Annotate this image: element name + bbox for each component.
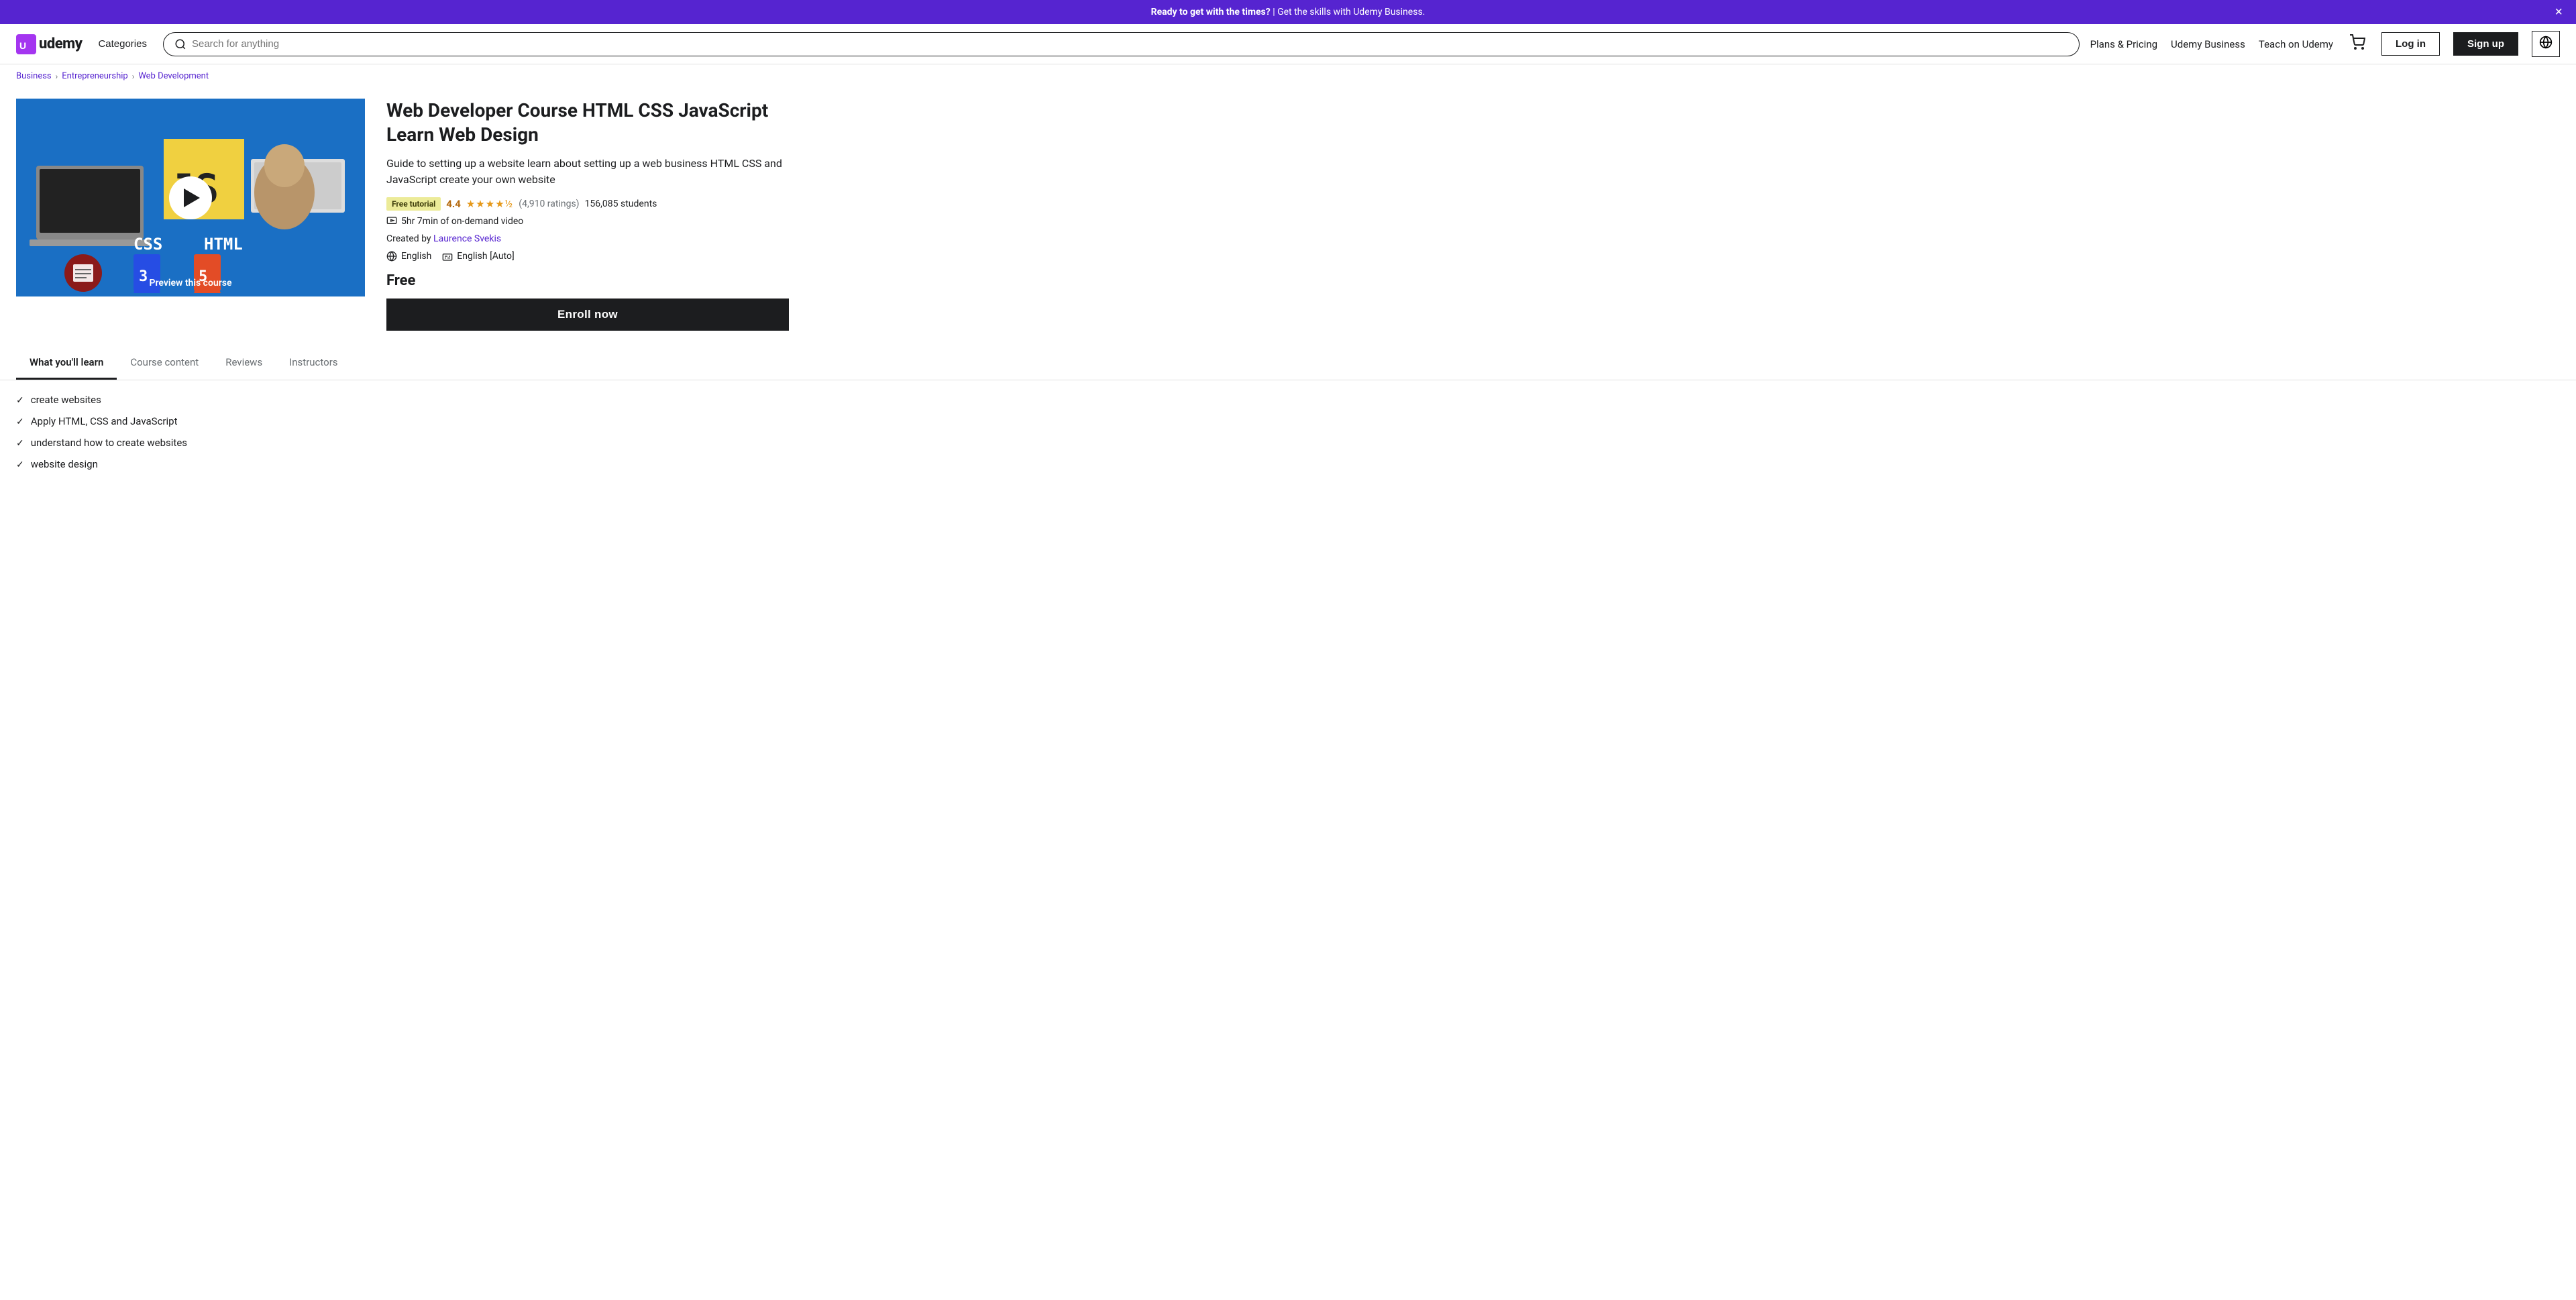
rating-score: 4.4 bbox=[446, 198, 461, 210]
svg-text:CSS: CSS bbox=[133, 235, 162, 254]
play-triangle-icon bbox=[184, 188, 200, 207]
price-label: Free bbox=[386, 272, 789, 289]
check-icon-1: ✓ bbox=[16, 417, 24, 427]
course-info: Web Developer Course HTML CSS JavaScript… bbox=[386, 99, 789, 331]
signup-button[interactable]: Sign up bbox=[2453, 32, 2518, 56]
instructor-link[interactable]: Laurence Svekis bbox=[433, 233, 501, 244]
promo-banner: Ready to get with the times? | Get the s… bbox=[0, 0, 2576, 24]
breadcrumb-sep-1: › bbox=[56, 72, 58, 81]
tabs: What you'll learn Course content Reviews… bbox=[16, 347, 2560, 380]
student-count: 156,085 students bbox=[585, 199, 657, 209]
course-thumbnail[interactable]: JS CSS HTML 3 5 bbox=[16, 99, 365, 296]
breadcrumb-sep-2: › bbox=[132, 72, 135, 81]
svg-text:HTML: HTML bbox=[204, 235, 243, 254]
tab-course-content[interactable]: Course content bbox=[117, 347, 212, 380]
teach-on-udemy-link[interactable]: Teach on Udemy bbox=[2259, 38, 2333, 50]
check-icon-0: ✓ bbox=[16, 395, 24, 406]
course-title: Web Developer Course HTML CSS JavaScript… bbox=[386, 99, 789, 148]
navbar: U udemy Categories Plans & Pricing Udemy… bbox=[0, 24, 2576, 64]
learn-text-1: Apply HTML, CSS and JavaScript bbox=[31, 415, 178, 427]
breadcrumb: Business › Entrepreneurship › Web Develo… bbox=[0, 64, 2576, 88]
search-input[interactable] bbox=[192, 38, 2068, 50]
language-row: English English [Auto] bbox=[386, 251, 789, 262]
banner-close-button[interactable]: × bbox=[2555, 5, 2563, 19]
course-description: Guide to setting up a website learn abou… bbox=[386, 156, 789, 188]
video-info: 5hr 7min of on-demand video bbox=[386, 216, 789, 227]
learn-text-3: website design bbox=[31, 458, 98, 470]
stars: ★★★★½ bbox=[466, 198, 513, 210]
main-content: JS CSS HTML 3 5 bbox=[0, 88, 805, 341]
rating-row: Free tutorial 4.4 ★★★★½ (4,910 ratings) … bbox=[386, 197, 789, 211]
rating-count: (4,910 ratings) bbox=[519, 199, 579, 209]
breadcrumb-current: Web Development bbox=[138, 71, 209, 81]
svg-text:U: U bbox=[19, 40, 26, 51]
learn-item-1: ✓ Apply HTML, CSS and JavaScript bbox=[16, 415, 2560, 427]
logo[interactable]: U udemy bbox=[16, 34, 82, 54]
search-icon bbox=[174, 38, 186, 50]
tab-instructors[interactable]: Instructors bbox=[276, 347, 351, 380]
learn-item-2: ✓ understand how to create websites bbox=[16, 437, 2560, 449]
learn-item-0: ✓ create websites bbox=[16, 394, 2560, 406]
udemy-business-link[interactable]: Udemy Business bbox=[2171, 38, 2245, 50]
cart-icon bbox=[2349, 34, 2365, 50]
cart-button[interactable] bbox=[2347, 32, 2368, 57]
globe-small-icon bbox=[386, 251, 397, 262]
created-by: Created by Laurence Svekis bbox=[386, 233, 789, 244]
udemy-logo-icon: U bbox=[16, 34, 36, 54]
captions-label: English [Auto] bbox=[457, 251, 514, 262]
categories-button[interactable]: Categories bbox=[93, 38, 152, 50]
globe-icon bbox=[2539, 36, 2553, 49]
video-duration: 5hr 7min of on-demand video bbox=[401, 216, 523, 227]
svg-text:3: 3 bbox=[139, 268, 148, 285]
enroll-button[interactable]: Enroll now bbox=[386, 299, 789, 331]
login-button[interactable]: Log in bbox=[2381, 32, 2440, 56]
video-icon bbox=[386, 216, 397, 227]
breadcrumb-entrepreneurship[interactable]: Entrepreneurship bbox=[62, 71, 127, 81]
preview-label: Preview this course bbox=[150, 278, 232, 288]
plans-pricing-link[interactable]: Plans & Pricing bbox=[2090, 38, 2157, 50]
banner-text: Ready to get with the times? | Get the s… bbox=[1151, 7, 1426, 17]
learn-section: ✓ create websites ✓ Apply HTML, CSS and … bbox=[0, 380, 2576, 493]
learn-text-0: create websites bbox=[31, 394, 101, 406]
language-label: English bbox=[401, 251, 431, 262]
learn-item-3: ✓ website design bbox=[16, 458, 2560, 470]
learn-text-2: understand how to create websites bbox=[31, 437, 187, 449]
tabs-section: What you'll learn Course content Reviews… bbox=[0, 347, 2576, 380]
language-button[interactable] bbox=[2532, 31, 2560, 57]
breadcrumb-business[interactable]: Business bbox=[16, 71, 52, 81]
tab-what-youll-learn[interactable]: What you'll learn bbox=[16, 347, 117, 380]
play-button[interactable] bbox=[169, 176, 212, 219]
captions-item: English [Auto] bbox=[442, 251, 514, 262]
language-item: English bbox=[386, 251, 431, 262]
search-bar bbox=[163, 32, 2080, 56]
captions-icon bbox=[442, 251, 453, 262]
check-icon-3: ✓ bbox=[16, 459, 24, 470]
check-icon-2: ✓ bbox=[16, 438, 24, 449]
tab-reviews[interactable]: Reviews bbox=[212, 347, 276, 380]
nav-links: Plans & Pricing Udemy Business Teach on … bbox=[2090, 31, 2560, 57]
free-tutorial-badge: Free tutorial bbox=[386, 197, 441, 211]
